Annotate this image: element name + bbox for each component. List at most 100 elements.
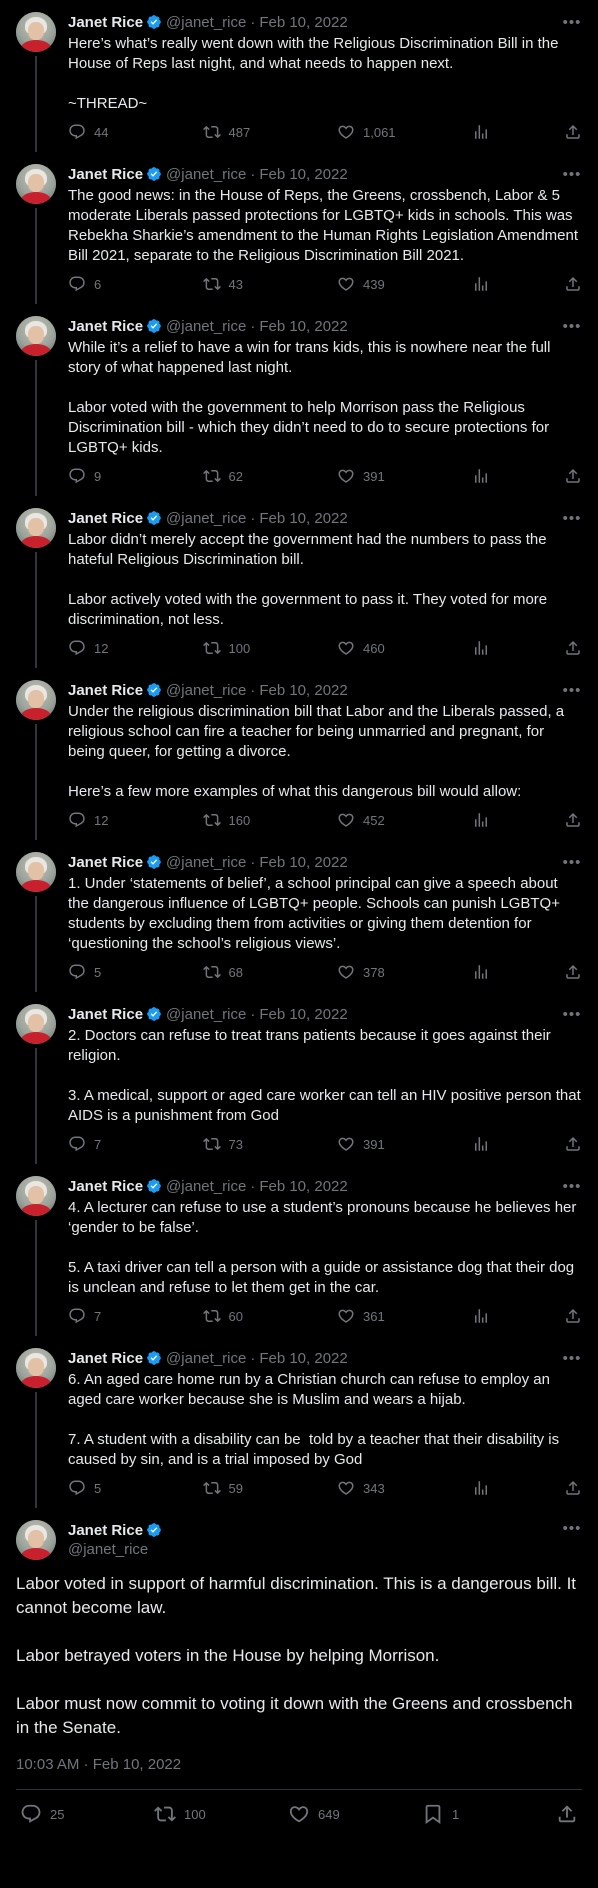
author-name[interactable]: Janet Rice <box>68 510 143 527</box>
share-button[interactable] <box>556 1803 578 1825</box>
author-handle[interactable]: @janet_rice <box>166 682 246 699</box>
views-button[interactable] <box>472 123 490 141</box>
more-icon[interactable]: ••• <box>562 1350 582 1367</box>
author-name[interactable]: Janet Rice <box>68 1006 143 1023</box>
like-button[interactable]: 452 <box>337 811 397 829</box>
share-button[interactable] <box>564 639 582 657</box>
share-button[interactable] <box>564 467 582 485</box>
author-handle[interactable]: @janet_rice <box>166 318 246 335</box>
reply-button[interactable]: 5 <box>68 1479 128 1497</box>
author-avatar[interactable] <box>16 680 56 720</box>
reply-button[interactable]: 7 <box>68 1307 128 1325</box>
share-button[interactable] <box>564 811 582 829</box>
reply-button[interactable]: 25 <box>20 1803 80 1825</box>
more-icon[interactable]: ••• <box>562 1520 582 1537</box>
reply-button[interactable]: 44 <box>68 123 128 141</box>
more-icon[interactable]: ••• <box>562 1006 582 1023</box>
tweet-date[interactable]: Feb 10, 2022 <box>259 1006 347 1023</box>
share-button[interactable] <box>564 275 582 293</box>
author-avatar[interactable] <box>16 316 56 356</box>
like-button[interactable]: 343 <box>337 1479 397 1497</box>
author-avatar[interactable] <box>16 852 56 892</box>
retweet-button[interactable]: 59 <box>203 1479 263 1497</box>
share-button[interactable] <box>564 1307 582 1325</box>
like-button[interactable]: 1,061 <box>337 123 397 141</box>
author-avatar[interactable] <box>16 508 56 548</box>
share-button[interactable] <box>564 1479 582 1497</box>
more-icon[interactable]: ••• <box>562 854 582 871</box>
author-avatar[interactable] <box>16 1004 56 1044</box>
retweet-button[interactable]: 68 <box>203 963 263 981</box>
thread-tweet[interactable]: Janet Rice @janet_rice · Feb 10, 2022 ••… <box>0 840 598 992</box>
author-avatar[interactable] <box>16 164 56 204</box>
author-name[interactable]: Janet Rice <box>68 682 143 699</box>
author-name[interactable]: Janet Rice <box>68 1522 143 1539</box>
reply-button[interactable]: 12 <box>68 639 128 657</box>
like-button[interactable]: 460 <box>337 639 397 657</box>
share-button[interactable] <box>564 123 582 141</box>
reply-button[interactable]: 9 <box>68 467 128 485</box>
thread-tweet[interactable]: Janet Rice @janet_rice · Feb 10, 2022 ••… <box>0 992 598 1164</box>
thread-tweet[interactable]: Janet Rice @janet_rice · Feb 10, 2022 ••… <box>0 304 598 496</box>
author-name[interactable]: Janet Rice <box>68 166 143 183</box>
retweet-button[interactable]: 62 <box>203 467 263 485</box>
author-avatar[interactable] <box>16 1520 56 1560</box>
author-handle[interactable]: @janet_rice <box>68 1540 166 1560</box>
tweet-date[interactable]: Feb 10, 2022 <box>259 854 347 871</box>
views-button[interactable] <box>472 1479 490 1497</box>
author-name[interactable]: Janet Rice <box>68 318 143 335</box>
tweet-date[interactable]: Feb 10, 2022 <box>259 682 347 699</box>
author-handle[interactable]: @janet_rice <box>166 166 246 183</box>
like-button[interactable]: 439 <box>337 275 397 293</box>
author-avatar[interactable] <box>16 1176 56 1216</box>
more-icon[interactable]: ••• <box>562 682 582 699</box>
more-icon[interactable]: ••• <box>562 14 582 31</box>
author-avatar[interactable] <box>16 1348 56 1388</box>
author-handle[interactable]: @janet_rice <box>166 1178 246 1195</box>
views-button[interactable] <box>472 639 490 657</box>
tweet-date[interactable]: Feb 10, 2022 <box>259 166 347 183</box>
retweet-button[interactable]: 487 <box>203 123 263 141</box>
retweet-button[interactable]: 160 <box>203 811 263 829</box>
reply-button[interactable]: 6 <box>68 275 128 293</box>
bookmark-button[interactable]: 1 <box>422 1803 482 1825</box>
retweet-button[interactable]: 43 <box>203 275 263 293</box>
author-handle[interactable]: @janet_rice <box>166 14 246 31</box>
views-button[interactable] <box>472 275 490 293</box>
tweet-date[interactable]: Feb 10, 2022 <box>259 318 347 335</box>
tweet-date[interactable]: Feb 10, 2022 <box>259 14 347 31</box>
author-handle[interactable]: @janet_rice <box>166 1350 246 1367</box>
thread-tweet[interactable]: Janet Rice @janet_rice · Feb 10, 2022 ••… <box>0 0 598 152</box>
thread-tweet[interactable]: Janet Rice @janet_rice · Feb 10, 2022 ••… <box>0 496 598 668</box>
like-button[interactable]: 391 <box>337 467 397 485</box>
retweet-button[interactable]: 73 <box>203 1135 263 1153</box>
thread-tweet[interactable]: Janet Rice @janet_rice · Feb 10, 2022 ••… <box>0 1336 598 1508</box>
tweet-date[interactable]: Feb 10, 2022 <box>259 510 347 527</box>
more-icon[interactable]: ••• <box>562 318 582 335</box>
retweet-button[interactable]: 60 <box>203 1307 263 1325</box>
views-button[interactable] <box>472 963 490 981</box>
author-handle[interactable]: @janet_rice <box>166 510 246 527</box>
like-button[interactable]: 361 <box>337 1307 397 1325</box>
tweet-date[interactable]: Feb 10, 2022 <box>259 1178 347 1195</box>
author-handle[interactable]: @janet_rice <box>166 854 246 871</box>
tweet-timestamp[interactable]: 10:03 AM · Feb 10, 2022 <box>16 1756 582 1790</box>
views-button[interactable] <box>472 1307 490 1325</box>
views-button[interactable] <box>472 1135 490 1153</box>
thread-tweet[interactable]: Janet Rice @janet_rice · Feb 10, 2022 ••… <box>0 152 598 304</box>
author-name[interactable]: Janet Rice <box>68 1350 143 1367</box>
reply-button[interactable]: 5 <box>68 963 128 981</box>
thread-tweet[interactable]: Janet Rice @janet_rice · Feb 10, 2022 ••… <box>0 668 598 840</box>
share-button[interactable] <box>564 1135 582 1153</box>
share-button[interactable] <box>564 963 582 981</box>
views-button[interactable] <box>472 811 490 829</box>
reply-button[interactable]: 7 <box>68 1135 128 1153</box>
more-icon[interactable]: ••• <box>562 510 582 527</box>
author-avatar[interactable] <box>16 12 56 52</box>
author-handle[interactable]: @janet_rice <box>166 1006 246 1023</box>
more-icon[interactable]: ••• <box>562 166 582 183</box>
thread-tweet[interactable]: Janet Rice @janet_rice · Feb 10, 2022 ••… <box>0 1164 598 1336</box>
author-name[interactable]: Janet Rice <box>68 854 143 871</box>
reply-button[interactable]: 12 <box>68 811 128 829</box>
like-button[interactable]: 391 <box>337 1135 397 1153</box>
